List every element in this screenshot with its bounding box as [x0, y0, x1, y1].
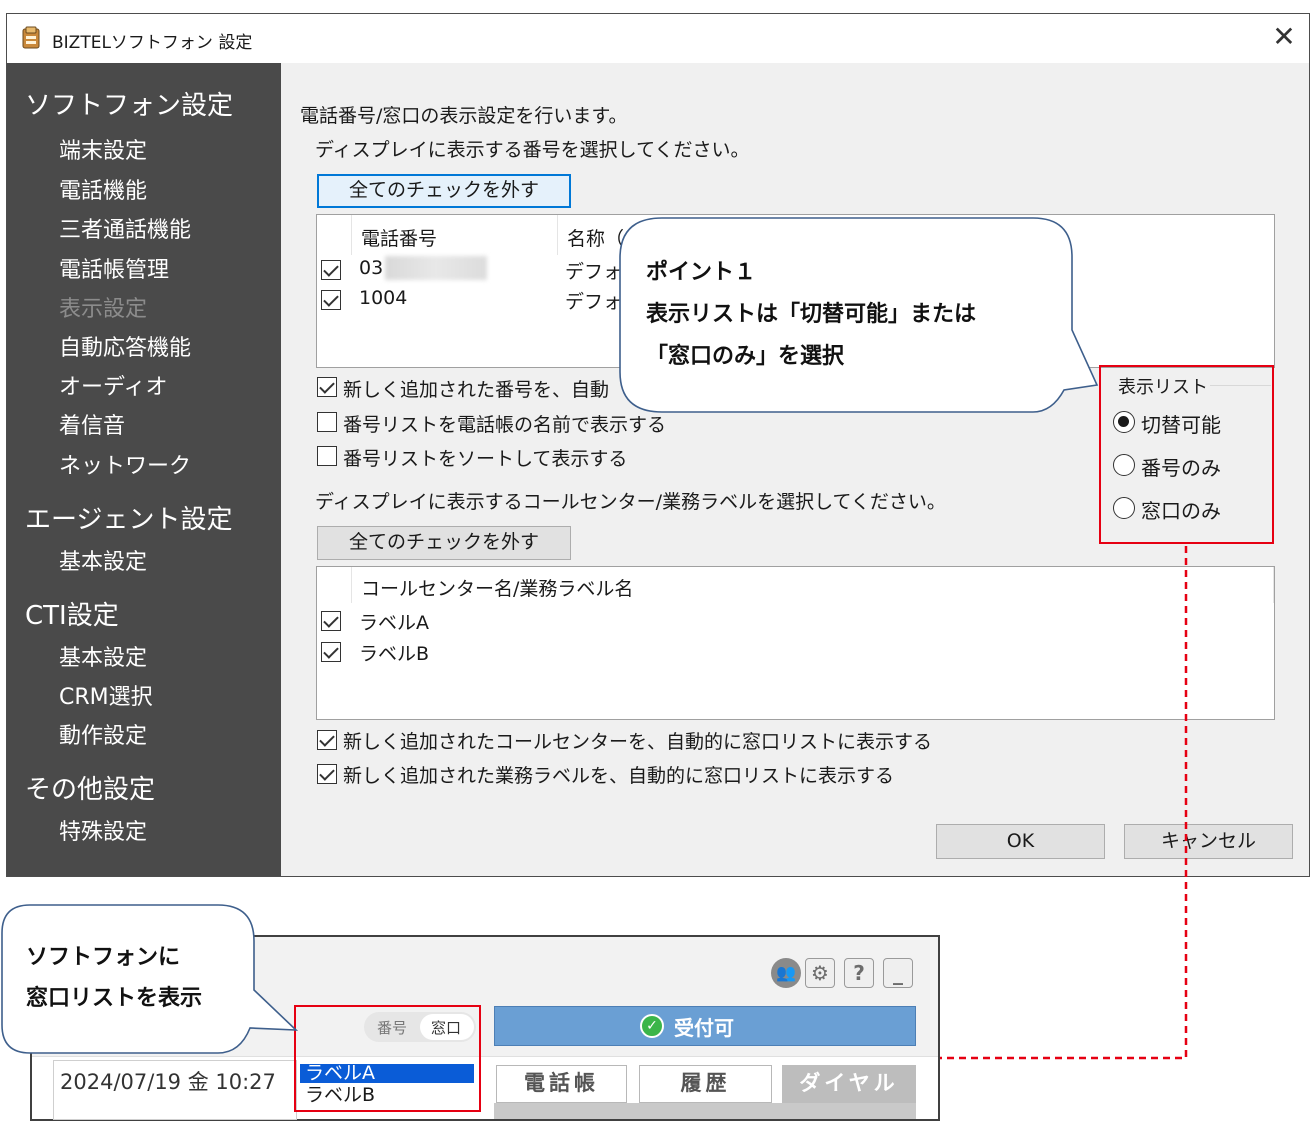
phone-callout-line2: 窓口リストを表示	[26, 986, 203, 1011]
phone-callout-line1: ソフトフォンに	[26, 945, 181, 970]
phone-callout-bubble	[1, 904, 299, 1054]
